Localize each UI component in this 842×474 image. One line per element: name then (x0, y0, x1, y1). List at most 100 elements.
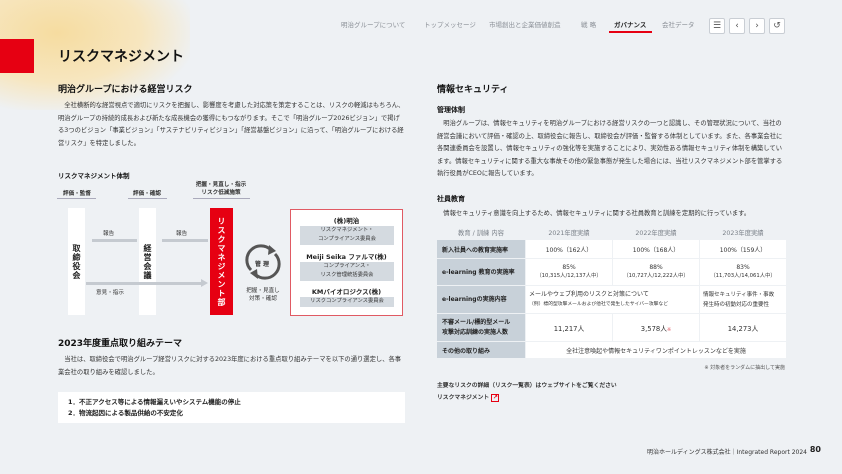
arrowhead (201, 279, 208, 287)
row-header: e-learning 教育の実施率 (436, 258, 526, 286)
table-row: その他の取り組み 全社注意喚起や情報セキュリティワンポイントレッスンなどを実施 (436, 341, 787, 359)
cell-value: 85% (562, 264, 576, 271)
table-cell: 85% （10,315人/12,137人中） (525, 258, 613, 286)
nav-about[interactable]: 明治グループについて (341, 19, 405, 29)
committee-line: コンプライアンス委員会 (318, 236, 376, 242)
cell-detail: 発生時の初動対応の重要性 (703, 301, 770, 308)
nav-governance[interactable]: ガバナンス (614, 19, 646, 29)
report-label: 報告 (176, 231, 188, 237)
risk-management-link[interactable]: リスクマネジメント ↗ (437, 392, 500, 402)
subheading-education: 社員教育 (437, 195, 465, 203)
column-header: 2022年度実績 (612, 224, 700, 240)
committee-box: コンプライアンス・ リスク管理統括委員会 (300, 262, 394, 281)
table-cell: 100%（162人） (525, 239, 613, 259)
table-header: 教育 / 訓練 内容 2021年度実績 2022年度実績 2023年度実績 (436, 224, 787, 240)
education-paragraph: 情報セキュリティ意識を向上するため、情報セキュリティに関する社員教育と訓練を定期… (443, 210, 751, 217)
footnote-mark: ※ (667, 326, 672, 333)
section-marker (0, 39, 34, 73)
table-cell: 11,217人 (525, 313, 613, 342)
row-header: その他の取り組み (436, 341, 526, 359)
table-row: 新入社員への教育実施率 100%（162人） 100%（168人） 100%（1… (436, 239, 787, 259)
cell-value: 83% (736, 264, 750, 271)
rm-role-line1: 把握・見直し・指示 (195, 182, 247, 188)
themes-box: 1．不正アクセス等による情報漏えいやシステム機能の停止 2．物流起因による製品供… (58, 392, 405, 423)
committee-box: リスクコンプライアンス委員会 (300, 297, 394, 307)
cycle-sub-line1: 把握・見直し (246, 288, 280, 294)
table-cell: 全社注意喚起や情報セキュリティワンポイントレッスンなどを実施 (525, 341, 787, 359)
cell-value: 3,578人 (640, 324, 668, 333)
committee-box: リスクマネジメント・ コンプライアンス委員会 (300, 226, 394, 245)
table-cell: 88% （10,727人/12,222人中） (612, 258, 700, 286)
nav-strategy[interactable]: 戦 略 (581, 19, 596, 29)
table-cell: 100%（168人） (612, 239, 700, 259)
link-intro: 主要なリスクの詳細（リスク一覧表）はウェブサイトをご覧ください (437, 383, 617, 389)
risk-management-dept: リスクマネジメント部 (210, 208, 233, 315)
link-text[interactable]: リスクマネジメント (437, 395, 489, 401)
row-header: 新入社員への教育実施率 (436, 239, 526, 259)
report-arrow-left (92, 239, 137, 242)
table-cell: 3,578人※ (612, 313, 700, 342)
column-header: 2023年度実績 (699, 224, 787, 240)
row-header-line: 攻撃対応訓練の実施人数 (442, 328, 509, 336)
list-icon[interactable]: ☰ (709, 18, 725, 34)
footer-text: 明治ホールディングス株式会社｜Integrated Report 2024 (647, 449, 807, 456)
table-footnote: ※ 対象者をランダムに抽出して実施 (704, 365, 785, 371)
table-cell: 情報セキュリティ事件・事故 発生時の初動対応の重要性 (699, 285, 787, 314)
nav-value-creation[interactable]: 市場創出と企業価値創造 (489, 19, 561, 29)
table-row: 不審メール/標的型メール 攻撃対応訓練の実施人数 11,217人 3,578人※ … (436, 313, 787, 342)
cycle-sub-label: 把握・見直し 対策・確認 (241, 287, 285, 303)
cell-detail: （例）標的型攻撃メールおよび他社で発生したサイバー攻撃など (529, 301, 669, 307)
cell-detail: （10,315人/12,137人中） (536, 273, 602, 279)
theme-paragraph: 当社は、取締役会で明治グループ経営リスクに対する2023年度における重点取り組み… (58, 356, 402, 376)
cell-detail: （11,703人/14,061人中） (710, 273, 776, 279)
management-council: 経営会議 (139, 208, 156, 315)
table-cell: メールやウェブ利用のリスクと対策について （例）標的型攻撃メールおよび他社で発生し… (525, 285, 700, 314)
report-label: 報告 (103, 231, 115, 237)
prev-icon[interactable]: ‹ (729, 18, 745, 34)
theme-item: 2．物流起因による製品供給の不安定化 (68, 409, 183, 417)
committee-line: コンプライアンス・ (323, 263, 371, 269)
risk-paragraph: 全社横断的な経営視点で適切にリスクを把握し、影響度を考慮した対応策を策定すること… (58, 102, 405, 147)
nav-company-data[interactable]: 会社データ (662, 19, 695, 29)
education-table: 教育 / 訓練 内容 2021年度実績 2022年度実績 2023年度実績 新入… (436, 224, 787, 359)
row-header-line: 不審メール/標的型メール (442, 318, 511, 326)
column-header: 教育 / 訓練 内容 (436, 224, 526, 240)
cycle-label: 管 理 (254, 261, 270, 268)
section-heading-risk: 明治グループにおける経営リスク (58, 85, 193, 95)
board-of-directors: 取締役会 (68, 208, 85, 315)
bracket (128, 198, 167, 199)
cell-value: 88% (649, 264, 663, 271)
column-header: 2021年度実績 (525, 224, 613, 240)
cell-value: メールやウェブ利用のリスクと対策について (529, 290, 649, 298)
rm-role-label: 把握・見直し・指示 リスク低減施策 (188, 181, 254, 197)
bracket (57, 198, 96, 202)
diagram-title: リスクマネジメント体制 (58, 172, 130, 180)
nav-active-underline (609, 31, 652, 33)
committee-line: リスクマネジメント・ (320, 227, 374, 233)
next-icon[interactable]: › (749, 18, 765, 34)
table-row: e-learningの実施内容 メールやウェブ利用のリスクと対策について （例）標… (436, 285, 787, 314)
row-header: 不審メール/標的型メール 攻撃対応訓練の実施人数 (436, 313, 526, 342)
nav-top-message[interactable]: トップメッセージ (424, 19, 476, 29)
opinion-label: 意見・指示 (96, 290, 124, 296)
row-header: e-learningの実施内容 (436, 285, 526, 314)
committee-line: リスク管理統括委員会 (320, 272, 374, 278)
page-title: リスクマネジメント (58, 49, 184, 65)
table-cell: 100%（159人） (699, 239, 787, 259)
table-cell: 14,273人 (699, 313, 787, 342)
page-number: 80 (809, 445, 821, 454)
external-link-icon[interactable]: ↗ (491, 393, 500, 402)
subheading-management: 管理体制 (437, 106, 465, 114)
bracket (193, 198, 250, 199)
section-heading-infosec: 情報セキュリティ (437, 85, 509, 95)
cycle-sub-line2: 対策・確認 (249, 296, 277, 302)
theme-heading: 2023年度重点取り組みテーマ (58, 339, 183, 349)
table-cell: 83% （11,703人/14,061人中） (699, 258, 787, 286)
mgmt-role-label: 評価・確認 (133, 191, 161, 197)
undo-icon[interactable]: ↺ (769, 18, 785, 34)
company-name: (株)明治 (333, 217, 360, 225)
opinion-arrow-right (86, 282, 201, 285)
cell-value: 情報セキュリティ事件・事故 (703, 291, 775, 298)
company-name: Meiji Seika ファルマ(株) (306, 253, 387, 261)
group-companies-box: (株)明治 リスクマネジメント・ コンプライアンス委員会 Meiji Seika … (290, 209, 403, 316)
